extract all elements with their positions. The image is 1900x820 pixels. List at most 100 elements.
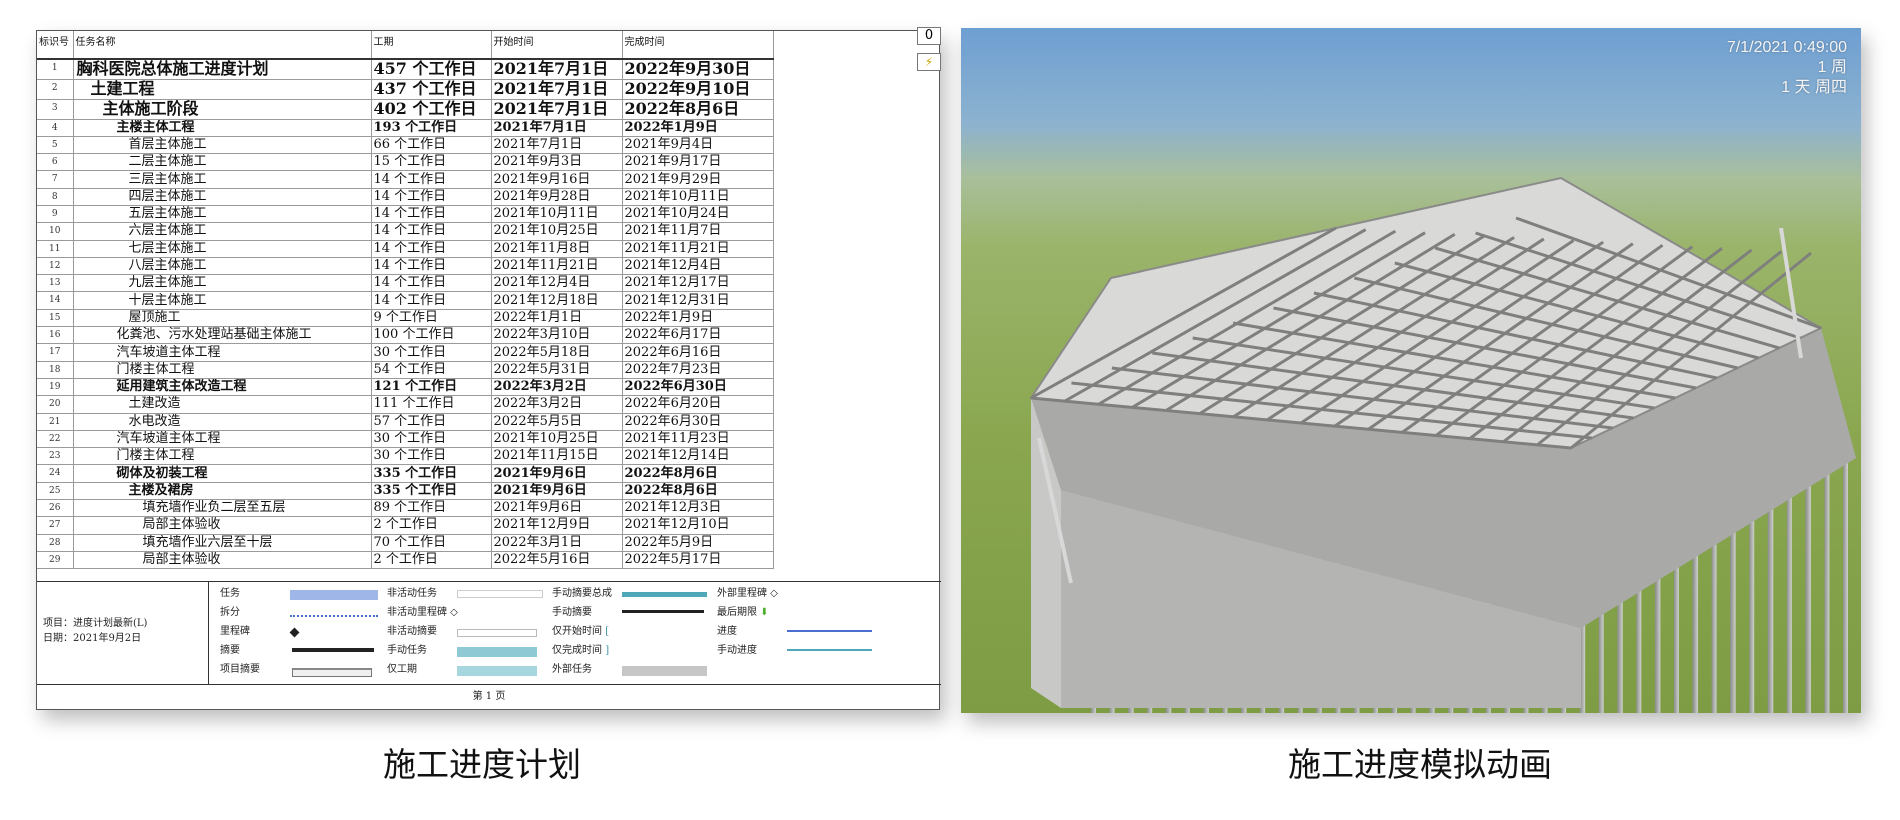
task-id: 27 [37, 516, 74, 535]
table-row[interactable]: 14 十层主体施工 14 个工作日 2021年12月18日 2021年12月31日 [37, 291, 774, 310]
task-finish: 2022年5月9日 [622, 534, 774, 552]
table-row[interactable]: 4 主楼主体工程 193 个工作日 2021年7月1日 2022年1月9日 [37, 119, 774, 137]
table-row[interactable]: 7 三层主体施工 14 个工作日 2021年9月16日 2021年9月29日 [37, 170, 774, 189]
task-start: 2022年5月16日 [491, 551, 623, 570]
task-finish: 2022年1月9日 [622, 119, 774, 137]
table-row[interactable]: 10 六层主体施工 14 个工作日 2021年10月25日 2021年11月7日 [37, 222, 774, 241]
task-name: 十层主体施工 [73, 291, 372, 310]
task-duration: 335 个工作日 [371, 482, 492, 501]
task-finish: 2021年11月7日 [622, 222, 774, 241]
task-finish: 2021年12月3日 [622, 499, 774, 518]
table-row[interactable]: 18 门楼主体工程 54 个工作日 2022年5月31日 2022年7月23日 [37, 361, 774, 379]
table-row[interactable]: 24 砌体及初装工程 335 个工作日 2021年9月6日 2022年8月6日 [37, 464, 774, 483]
task-duration: 15 个工作日 [371, 153, 492, 172]
task-name: 胸科医院总体施工进度计划 [73, 59, 372, 80]
task-start: 2021年10月25日 [491, 222, 623, 241]
task-start: 2022年3月2日 [491, 378, 623, 397]
table-row[interactable]: 13 九层主体施工 14 个工作日 2021年12月4日 2021年12月17日 [37, 274, 774, 293]
task-start: 2021年7月1日 [491, 79, 623, 100]
col-header-name[interactable]: 任务名称 [73, 31, 372, 60]
task-name: 填充墙作业负二层至五层 [73, 499, 372, 518]
task-duration: 30 个工作日 [371, 430, 492, 449]
construction-simulation-viewport[interactable]: 7/1/2021 0:49:00 1 周 1 天 周四 [961, 28, 1861, 713]
corner-counter[interactable]: 0 [917, 27, 941, 45]
task-name: 六层主体施工 [73, 222, 372, 241]
table-row[interactable]: 20 土建改造 111 个工作日 2022年3月2日 2022年6月20日 [37, 395, 774, 414]
task-start: 2021年10月11日 [491, 205, 623, 224]
task-name: 七层主体施工 [73, 240, 372, 258]
task-duration: 54 个工作日 [371, 361, 492, 379]
task-id: 12 [37, 257, 74, 276]
task-finish: 2021年10月24日 [622, 205, 774, 224]
col-header-id[interactable]: 标识号 [37, 31, 74, 60]
task-duration: 111 个工作日 [371, 395, 492, 414]
task-duration: 14 个工作日 [371, 240, 492, 258]
table-row[interactable]: 23 门楼主体工程 30 个工作日 2021年11月15日 2021年12月14日 [37, 447, 774, 466]
table-row[interactable]: 2 土建工程 437 个工作日 2021年7月1日 2022年9月10日 [37, 79, 774, 100]
task-duration: 30 个工作日 [371, 343, 492, 362]
task-id: 28 [37, 534, 74, 552]
milestone-diamond-icon [289, 627, 300, 638]
col-header-start[interactable]: 开始时间 [491, 31, 623, 60]
legend-external-milestone: 外部里程碑 ◇ [717, 588, 778, 599]
task-finish: 2022年6月17日 [622, 326, 774, 345]
simulation-hud: 7/1/2021 0:49:00 1 周 1 天 周四 [1727, 38, 1847, 98]
task-start: 2021年11月15日 [491, 447, 623, 466]
table-row[interactable]: 16 化粪池、污水处理站基础主体施工 100 个工作日 2022年3月10日 2022年… [37, 326, 774, 345]
table-row[interactable]: 9 五层主体施工 14 个工作日 2021年10月11日 2021年10月24日 [37, 205, 774, 224]
table-row[interactable]: 19 延用建筑主体改造工程 121 个工作日 2022年3月2日 2022年6月30日 [37, 378, 774, 397]
task-id: 18 [37, 361, 74, 379]
task-id: 17 [37, 343, 74, 362]
table-row[interactable]: 17 汽车坡道主体工程 30 个工作日 2022年5月18日 2022年6月16日 [37, 343, 774, 362]
task-id: 13 [37, 274, 74, 293]
table-row[interactable]: 29 局部主体验收 2 个工作日 2022年5月16日 2022年5月17日 [37, 551, 774, 570]
table-row[interactable]: 25 主楼及裙房 335 个工作日 2021年9月6日 2022年8月6日 [37, 482, 774, 501]
task-start: 2021年9月6日 [491, 464, 623, 483]
table-row[interactable]: 3 主体施工阶段 402 个工作日 2021年7月1日 2022年8月6日 [37, 99, 774, 120]
task-name: 局部主体验收 [73, 551, 372, 570]
table-row[interactable]: 27 局部主体验收 2 个工作日 2021年12月9日 2021年12月10日 [37, 516, 774, 535]
simulation-week: 1 周 [1817, 59, 1847, 76]
task-duration: 30 个工作日 [371, 447, 492, 466]
table-row[interactable]: 26 填充墙作业负二层至五层 89 个工作日 2021年9月6日 2021年12月3日 [37, 499, 774, 518]
legend-split-line [290, 615, 378, 617]
task-id: 5 [37, 136, 74, 155]
task-start: 2021年10月25日 [491, 430, 623, 449]
col-header-finish[interactable]: 完成时间 [622, 31, 774, 60]
project-name: 项目：进度计划最新(L) [43, 618, 148, 629]
task-duration: 121 个工作日 [371, 378, 492, 397]
lightning-icon[interactable]: ⚡ [917, 53, 941, 71]
task-id: 15 [37, 309, 74, 328]
legend-manual-summary-rollup-bar [622, 592, 707, 597]
task-start: 2022年3月2日 [491, 395, 623, 414]
caption-left: 施工进度计划 [383, 745, 581, 784]
task-id: 3 [37, 99, 74, 120]
legend-milestone: 里程碑 [220, 626, 250, 637]
table-row[interactable]: 15 屋顶施工 9 个工作日 2022年1月1日 2022年1月9日 [37, 309, 774, 328]
task-start: 2021年9月28日 [491, 188, 623, 206]
schedule-sheet: 标识号 任务名称 工期 开始时间 完成时间 1 胸科医院总体施工进度计划 457 个… [36, 27, 941, 710]
table-row[interactable]: 11 七层主体施工 14 个工作日 2021年11月8日 2021年11月21日 [37, 240, 774, 258]
table-row[interactable]: 5 首层主体施工 66 个工作日 2021年7月1日 2021年9月4日 [37, 136, 774, 155]
legend-project-summary: 项目摘要 [220, 664, 260, 675]
schedule-table: 标识号 任务名称 工期 开始时间 完成时间 1 胸科医院总体施工进度计划 457 个… [37, 31, 774, 570]
task-start: 2022年5月18日 [491, 343, 623, 362]
task-start: 2022年5月5日 [491, 413, 623, 431]
task-id: 2 [37, 79, 74, 100]
task-id: 20 [37, 395, 74, 414]
legend-summary-bar [292, 648, 374, 652]
task-name: 首层主体施工 [73, 136, 372, 155]
task-name: 屋顶施工 [73, 309, 372, 328]
table-row[interactable]: 1 胸科医院总体施工进度计划 457 个工作日 2021年7月1日 2022年9月30日 [37, 59, 774, 80]
legend-inactive-summary-bar [457, 629, 537, 637]
col-header-duration[interactable]: 工期 [371, 31, 492, 60]
table-row[interactable]: 6 二层主体施工 15 个工作日 2021年9月3日 2021年9月17日 [37, 153, 774, 172]
task-name: 水电改造 [73, 413, 372, 431]
table-row[interactable]: 12 八层主体施工 14 个工作日 2021年11月21日 2021年12月4日 [37, 257, 774, 276]
table-row[interactable]: 8 四层主体施工 14 个工作日 2021年9月28日 2021年10月11日 [37, 188, 774, 206]
task-finish: 2021年12月17日 [622, 274, 774, 293]
table-row[interactable]: 21 水电改造 57 个工作日 2022年5月5日 2022年6月30日 [37, 413, 774, 431]
table-row[interactable]: 28 填充墙作业六层至十层 70 个工作日 2022年3月1日 2022年5月9日 [37, 534, 774, 552]
task-id: 4 [37, 119, 74, 137]
table-row[interactable]: 22 汽车坡道主体工程 30 个工作日 2021年10月25日 2021年11月23日 [37, 430, 774, 449]
